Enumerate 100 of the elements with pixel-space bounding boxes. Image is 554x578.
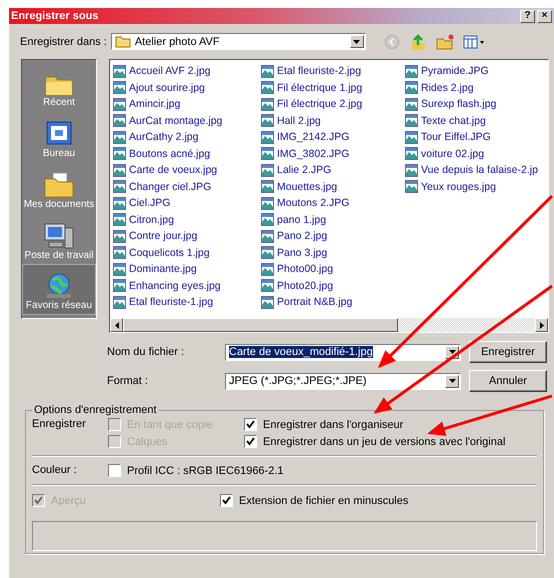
image-file-icon <box>405 81 418 94</box>
file-item[interactable]: Carte de voeux.jpg <box>113 162 261 178</box>
image-file-icon <box>405 64 418 78</box>
checkbox[interactable] <box>220 494 233 507</box>
image-file-icon <box>113 164 126 177</box>
file-item[interactable]: Lalie 2.JPG <box>261 162 405 178</box>
image-file-icon <box>261 246 274 260</box>
file-item[interactable]: Hall 2.jpg <box>261 112 405 129</box>
file-item[interactable]: Pano 2.jpg <box>261 228 405 244</box>
group-title: Options d'enregistrement <box>33 404 158 416</box>
checkbox[interactable] <box>108 464 121 477</box>
file-item[interactable]: AurCat montage.jpg <box>113 112 261 129</box>
file-item[interactable]: Coquelicots 1.jpg <box>113 244 261 261</box>
file-item[interactable]: Mouettes.jpg <box>261 178 405 195</box>
file-item[interactable]: Ajout sourire.jpg <box>113 80 261 96</box>
help-button[interactable]: ? <box>520 10 535 22</box>
file-item[interactable]: Etal fleuriste-1.jpg <box>113 294 261 310</box>
image-file-icon <box>261 296 274 309</box>
new-folder-icon[interactable] <box>436 34 454 50</box>
file-item[interactable]: Vue depuis la falaise-2.jp <box>405 162 548 178</box>
file-item[interactable]: Surexp flash.jpg <box>405 96 548 112</box>
horizontal-scrollbar[interactable] <box>110 318 548 332</box>
image-file-icon <box>261 230 274 243</box>
places-label: Mes documents <box>24 199 94 210</box>
save-options-label: Enregistrer <box>32 418 87 432</box>
file-item[interactable]: Accueil AVF 2.jpg <box>113 63 261 80</box>
image-file-icon <box>261 164 274 177</box>
file-item[interactable]: Enhancing eyes.jpg <box>113 278 261 294</box>
file-item[interactable]: Ciel.JPG <box>113 195 261 212</box>
file-item[interactable]: Moutons 2.JPG <box>261 195 405 212</box>
image-file-icon <box>261 64 274 78</box>
file-item[interactable]: Amincir.jpg <box>113 96 261 112</box>
checkbox-label: Profil ICC : sRGB IEC61966-2.1 <box>127 464 284 476</box>
image-file-icon <box>405 130 418 144</box>
image-file-icon <box>261 180 274 194</box>
file-item[interactable]: AurCathy 2.jpg <box>113 129 261 146</box>
file-item[interactable]: Tour Eiffel.JPG <box>405 129 548 146</box>
image-file-icon <box>113 64 126 78</box>
image-file-icon <box>261 98 274 111</box>
file-item[interactable]: Etal fleuriste-2.jpg <box>261 63 405 80</box>
image-file-icon <box>113 98 126 111</box>
file-name-field[interactable]: Carte de voeux_modifié-1.jpg <box>225 344 461 360</box>
file-item[interactable]: voiture 02.jpg <box>405 146 548 162</box>
image-file-icon <box>113 81 126 94</box>
cancel-button[interactable]: Annuler <box>469 370 547 392</box>
file-item[interactable]: Pano 3.jpg <box>261 244 405 261</box>
file-item[interactable]: pano 1.jpg <box>261 212 405 228</box>
file-item[interactable]: Yeux rouges.jpg <box>405 178 548 195</box>
file-item[interactable]: Texte chat.jpg <box>405 112 548 129</box>
image-file-icon <box>261 279 274 292</box>
file-item[interactable]: Photo00.jpg <box>261 261 405 278</box>
image-file-icon <box>113 296 126 309</box>
places-item[interactable]: Récent <box>22 60 96 111</box>
checkbox[interactable] <box>244 418 257 431</box>
scroll-thumb[interactable] <box>123 318 398 332</box>
image-file-icon <box>113 130 126 144</box>
view-menu-icon[interactable] <box>462 34 485 50</box>
image-file-icon <box>113 213 126 226</box>
image-file-icon <box>113 180 126 194</box>
file-item[interactable]: Changer ciel.JPG <box>113 178 261 195</box>
format-dropdown[interactable]: JPEG (*.JPG;*.JPEG;*.JPE) <box>225 372 461 390</box>
scroll-left-icon[interactable] <box>110 318 123 332</box>
file-item[interactable]: Contre jour.jpg <box>113 228 261 244</box>
file-item[interactable]: Portrait N&B.jpg <box>261 294 405 310</box>
file-item[interactable]: IMG_3802.JPG <box>261 146 405 162</box>
file-item[interactable]: Fil électrique 2.jpg <box>261 96 405 112</box>
format-label: Format : <box>107 375 149 387</box>
checkbox[interactable] <box>244 435 257 448</box>
image-file-icon <box>405 114 418 128</box>
image-file-icon <box>261 262 274 276</box>
places-item[interactable]: Poste de travail <box>22 213 96 264</box>
file-item[interactable]: Dominante.jpg <box>113 261 261 278</box>
file-item[interactable]: Boutons acné.jpg <box>113 146 261 162</box>
checkbox-label: Enregistrer dans un jeu de versions avec l'original <box>263 436 506 448</box>
look-in-dropdown[interactable]: Atelier photo AVF <box>110 33 366 50</box>
computer-icon <box>43 222 75 250</box>
file-item[interactable]: Fil électrique 1.jpg <box>261 80 405 96</box>
file-item[interactable]: IMG_2142.JPG <box>261 129 405 146</box>
image-file-icon <box>113 246 126 260</box>
image-file-icon <box>261 114 274 128</box>
image-file-icon <box>113 262 126 276</box>
image-file-icon <box>113 196 126 210</box>
checkbox-label: Extension de fichier en minuscules <box>239 494 408 506</box>
places-item[interactable]: Mes documents <box>22 162 96 213</box>
file-item[interactable]: Citron.jpg <box>113 212 261 228</box>
save-button[interactable]: Enregistrer <box>469 341 547 363</box>
image-file-icon <box>261 130 274 144</box>
checkbox-label: Enregistrer dans l'organiseur <box>263 418 404 430</box>
close-button[interactable]: × <box>537 10 552 22</box>
image-file-icon <box>261 147 274 160</box>
file-item[interactable]: Pyramide.JPG <box>405 63 548 80</box>
color-label: Couleur : <box>32 464 78 477</box>
places-label: Bureau <box>42 148 76 159</box>
file-item[interactable]: Photo20.jpg <box>261 278 405 294</box>
image-file-icon <box>113 147 126 160</box>
places-item[interactable]: Favoris réseau <box>22 264 96 315</box>
file-item[interactable]: Rides 2.jpg <box>405 80 548 96</box>
places-item[interactable]: Bureau <box>22 111 96 162</box>
scroll-right-icon[interactable] <box>535 318 548 332</box>
places-label: Poste de travail <box>24 250 94 261</box>
